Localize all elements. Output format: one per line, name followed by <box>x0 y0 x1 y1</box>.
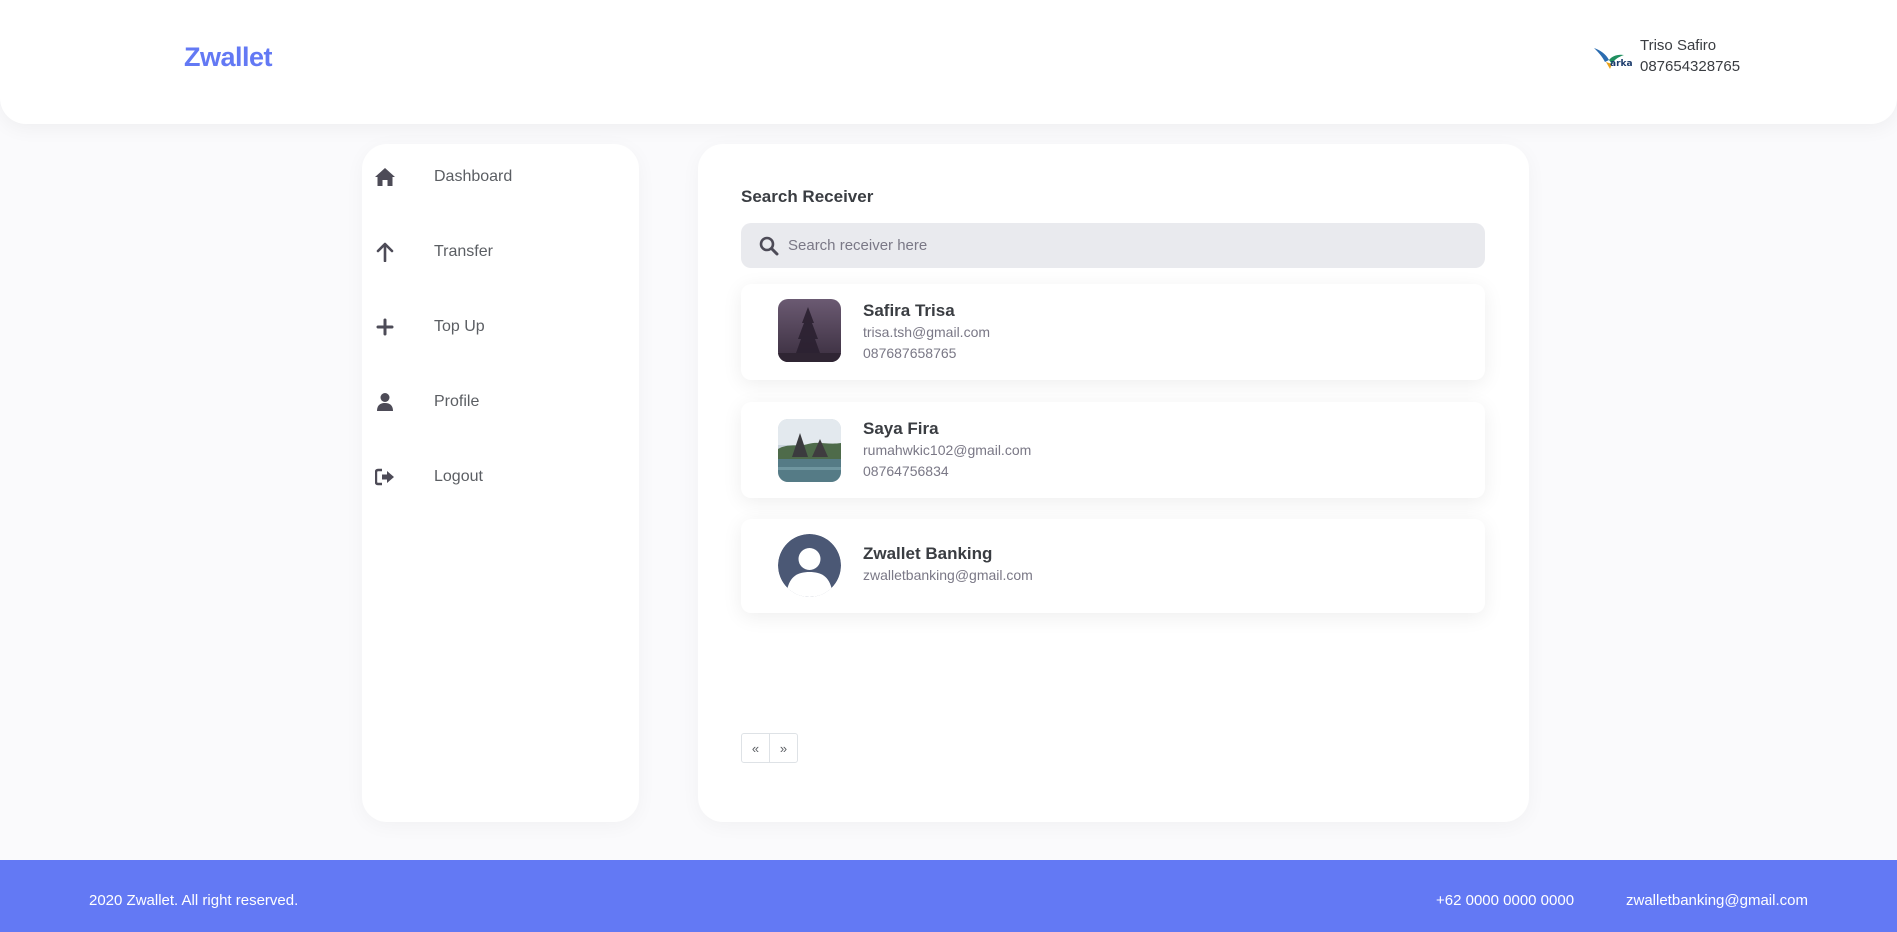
user-phone: 087654328765 <box>1640 58 1741 75</box>
receiver-name: Saya Fira <box>863 419 939 438</box>
sidebar-item-dashboard[interactable]: Dashboard <box>374 160 624 194</box>
sidebar-item-transfer[interactable]: Transfer <box>374 235 624 269</box>
sidebar-item-label: Dashboard <box>434 168 513 185</box>
brand-logo[interactable]: Zwallet <box>184 42 273 73</box>
logout-icon <box>374 466 396 488</box>
home-icon <box>374 166 396 188</box>
search-input[interactable] <box>788 225 1468 266</box>
receiver-email: trisa.tsh@gmail.com <box>863 324 991 340</box>
receiver-card-zwallet-banking[interactable]: Zwallet Banking zwalletbanking@gmail.com <box>741 519 1485 613</box>
receiver-avatar <box>778 419 841 482</box>
receiver-card-safira-trisa[interactable]: Safira Trisa trisa.tsh@gmail.com 0876876… <box>741 284 1485 380</box>
receiver-avatar <box>778 299 841 362</box>
panel-title: Search Receiver <box>741 187 874 206</box>
footer-email[interactable]: zwalletbanking@gmail.com <box>1626 892 1808 909</box>
default-user-avatar-icon <box>778 534 841 597</box>
sidebar-item-label: Logout <box>434 468 483 485</box>
user-profile-summary[interactable]: arka Triso Safiro 087654328765 <box>1590 36 1740 78</box>
sidebar-item-profile[interactable]: Profile <box>374 385 624 419</box>
receiver-email: zwalletbanking@gmail.com <box>863 567 1033 583</box>
receiver-phone: 087687658765 <box>863 345 957 361</box>
sidebar-item-top-up[interactable]: Top Up <box>374 310 624 344</box>
plus-icon <box>374 316 396 338</box>
sidebar: Dashboard Transfer Top Up Profile Logout <box>362 144 639 822</box>
search-receiver-panel: Search Receiver Safira Trisa trisa.tsh@g… <box>698 144 1529 822</box>
top-navbar: Zwallet arka Triso Safiro 087654328765 <box>0 0 1897 124</box>
search-icon <box>759 236 779 256</box>
sidebar-item-label: Top Up <box>434 318 485 335</box>
receiver-name: Safira Trisa <box>863 301 955 320</box>
pagination: « » <box>741 733 798 763</box>
sidebar-item-label: Transfer <box>434 243 493 260</box>
footer-copyright: 2020 Zwallet. All right reserved. <box>89 892 299 909</box>
footer: 2020 Zwallet. All right reserved. +62 00… <box>0 860 1897 932</box>
receiver-phone: 08764756834 <box>863 463 949 479</box>
receiver-name: Zwallet Banking <box>863 544 993 563</box>
pagination-next-button[interactable]: » <box>769 733 798 763</box>
hummingbird-logo-icon: arka <box>1590 36 1632 78</box>
svg-text:arka: arka <box>1610 59 1632 69</box>
sidebar-item-label: Profile <box>434 393 480 410</box>
footer-phone: +62 0000 0000 0000 <box>1436 892 1575 909</box>
search-box[interactable] <box>741 223 1485 268</box>
sidebar-item-logout[interactable]: Logout <box>374 460 624 494</box>
user-avatar[interactable]: arka <box>1590 36 1632 78</box>
receiver-email: rumahwkic102@gmail.com <box>863 442 1032 458</box>
user-name: Triso Safiro <box>1640 37 1717 54</box>
user-icon <box>374 391 396 413</box>
pagination-prev-button[interactable]: « <box>741 733 770 763</box>
arrow-up-icon <box>374 241 396 263</box>
receiver-card-saya-fira[interactable]: Saya Fira rumahwkic102@gmail.com 0876475… <box>741 402 1485 498</box>
